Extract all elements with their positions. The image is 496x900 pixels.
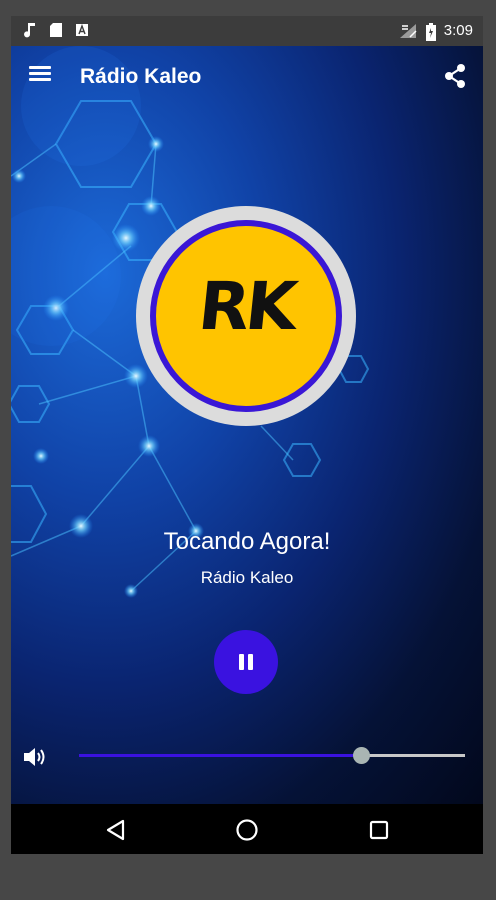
station-name: Rádio Kaleo	[200, 568, 294, 587]
status-bar: 3:09	[11, 16, 483, 46]
battery-icon	[425, 22, 436, 41]
status-time: 3:09	[443, 22, 473, 39]
station-logo-text: RK	[194, 268, 298, 345]
volume-slider[interactable]	[79, 744, 465, 768]
device-frame: 3:09 Rádio Kaleo RK Tocando Agora! Rádio…	[0, 0, 496, 900]
hamburger-menu-icon[interactable]	[29, 64, 55, 90]
now-playing-status: Tocando Agora!	[163, 528, 331, 555]
volume-thumb[interactable]	[352, 747, 370, 764]
sd-card-icon	[49, 22, 63, 38]
home-circle-icon[interactable]	[234, 817, 260, 843]
no-signal-icon	[398, 23, 418, 39]
volume-fill	[79, 754, 361, 757]
phone-screen: 3:09 Rádio Kaleo RK Tocando Agora! Rádio…	[11, 16, 483, 854]
speaker-icon[interactable]	[23, 746, 49, 768]
station-logo-badge: RK	[150, 220, 342, 412]
pause-icon	[239, 654, 244, 670]
music-note-icon	[23, 22, 37, 38]
back-triangle-icon[interactable]	[103, 817, 129, 843]
pause-button[interactable]	[214, 630, 278, 694]
recents-square-icon[interactable]	[366, 817, 392, 843]
page-title: Rádio Kaleo	[80, 65, 202, 88]
station-logo: RK	[136, 206, 356, 426]
app-toolbar: Rádio Kaleo	[11, 46, 483, 108]
system-nav-bar	[11, 804, 483, 854]
font-icon	[75, 22, 89, 38]
share-icon[interactable]	[441, 62, 469, 90]
pause-icon-bar	[248, 654, 253, 670]
